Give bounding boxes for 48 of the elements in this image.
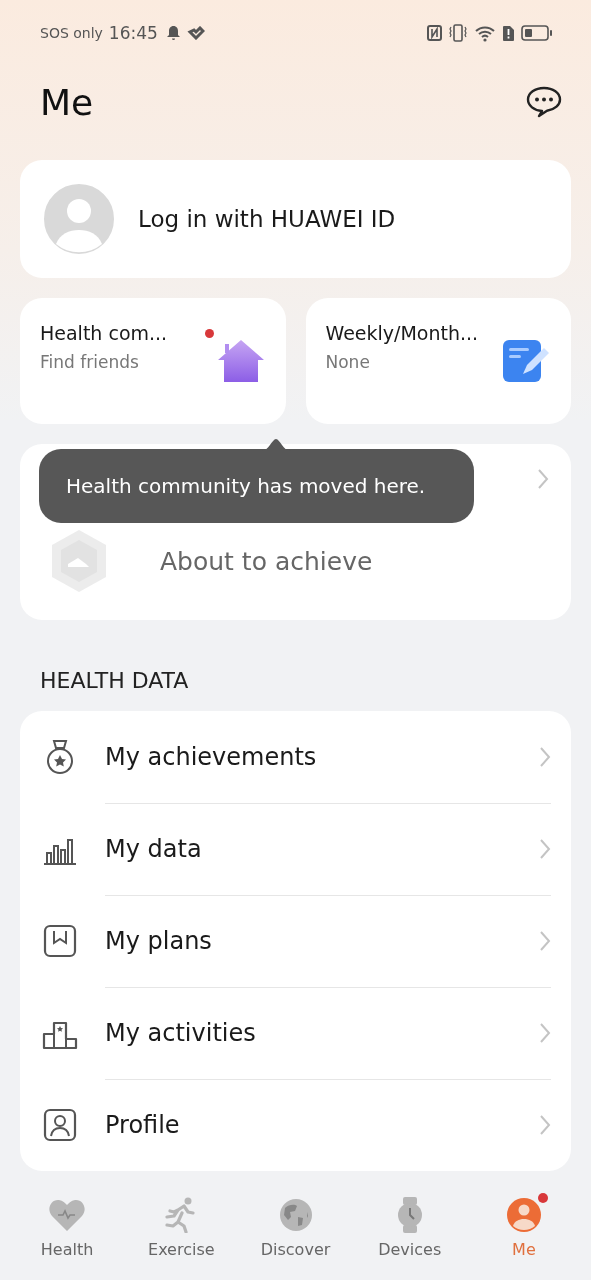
chevron-right-icon	[539, 837, 551, 860]
clock-time: 16:45	[108, 23, 158, 43]
tile-title: Health com...	[40, 322, 168, 344]
wifi-icon	[474, 24, 496, 42]
chevron-right-icon	[539, 745, 551, 768]
chevron-right-icon	[539, 1114, 551, 1136]
list-item-label: Profile	[105, 1111, 180, 1139]
sim-alert-icon	[502, 24, 515, 42]
watch-icon	[395, 1197, 424, 1233]
globe-icon	[278, 1198, 313, 1232]
nav-tab[interactable]: Discover	[238, 1182, 353, 1280]
list-item[interactable]: My plans	[42, 895, 551, 987]
list-item[interactable]: My data	[42, 803, 551, 895]
profile-icon	[42, 1107, 78, 1143]
page-title: Me	[40, 81, 94, 123]
list-item-label: My data	[105, 834, 202, 863]
vibrate-icon	[448, 24, 468, 42]
login-text: Log in with HUAWEI ID	[138, 206, 396, 232]
nav-tab[interactable]: Devices	[352, 1182, 467, 1280]
list-item-label: My plans	[105, 926, 212, 955]
avatar-icon	[42, 182, 116, 256]
battery-icon	[521, 25, 553, 41]
shortcut-card[interactable]: Health com... Find friends	[20, 298, 286, 424]
nav-tab[interactable]: Exercise	[124, 1182, 239, 1280]
bell-icon	[165, 25, 181, 41]
chevron-right-icon	[539, 929, 551, 952]
medal-status-text: About to achieve	[160, 546, 373, 576]
tile-subtitle: None	[325, 352, 371, 372]
list-item-label: My achievements	[105, 742, 317, 771]
list-item-label: My activities	[105, 1018, 256, 1047]
chevron-right-icon	[539, 1021, 551, 1044]
list-item[interactable]: My activities	[42, 987, 551, 1079]
section-heading: HEALTH DATA	[40, 666, 190, 695]
person-icon	[505, 1197, 542, 1233]
chat-icon[interactable]	[525, 85, 563, 119]
tile-title: Weekly/Month...	[325, 322, 479, 344]
list-item[interactable]: Profile	[42, 1079, 551, 1171]
login-card[interactable]: Log in with HUAWEI ID	[20, 160, 571, 278]
carrier-text: SOS only	[40, 25, 103, 41]
chevron-right-icon	[537, 468, 549, 490]
tooltip-text: Health community has moved here.	[66, 474, 426, 498]
note-edit-icon	[501, 338, 551, 384]
tile-subtitle: Find friends	[40, 352, 140, 372]
nfc-icon	[427, 25, 442, 41]
shortcut-card[interactable]: Weekly/Month... None	[305, 298, 571, 424]
list-item[interactable]: My achievements	[42, 711, 551, 803]
nav-tab[interactable]: Health	[10, 1182, 125, 1280]
bookmark-icon	[42, 923, 78, 959]
